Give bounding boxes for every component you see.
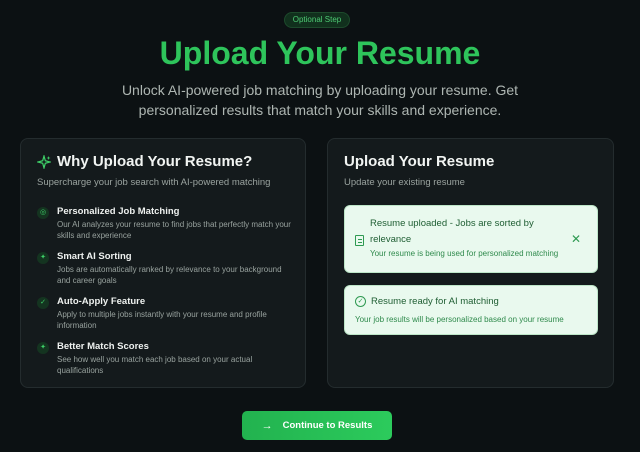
why-upload-title: Why Upload Your Resume?	[57, 153, 253, 170]
notice-desc: Your job results will be personalized ba…	[355, 315, 564, 324]
page-subtitle: Unlock AI-powered job matching by upload…	[121, 82, 519, 118]
feature-title: Smart AI Sorting	[57, 251, 132, 262]
upload-card-subtitle: Update your existing resume	[344, 177, 465, 188]
why-upload-heading: Why Upload Your Resume?	[37, 153, 252, 170]
check-circle-icon: ✓	[355, 296, 366, 307]
feature-desc: Apply to multiple jobs instantly with yo…	[57, 310, 267, 330]
sparkle-icon: ✦	[37, 252, 49, 264]
sparkle-icon	[37, 154, 51, 169]
notice-title: Resume uploaded - Jobs are sorted by rel…	[370, 218, 534, 245]
feature-desc: Jobs are automatically ranked by relevan…	[57, 265, 282, 285]
check-icon: ✓	[37, 297, 49, 309]
feature-desc: Our AI analyzes your resume to find jobs…	[57, 220, 291, 240]
sparkle-icon: ✦	[37, 342, 49, 354]
close-icon[interactable]: ✕	[571, 233, 581, 245]
page-title: Upload Your Resume	[159, 35, 481, 71]
upload-card-title: Upload Your Resume	[344, 153, 495, 170]
target-icon: ◎	[37, 207, 49, 219]
notice-desc: Your resume is being used for personaliz…	[370, 249, 559, 258]
feature-title: Better Match Scores	[57, 341, 149, 352]
resume-uploaded-notice: Resume uploaded - Jobs are sorted by rel…	[344, 205, 598, 273]
feature-title: Auto-Apply Feature	[57, 296, 146, 307]
feature-desc: See how well you match each job based on…	[57, 355, 253, 375]
why-upload-card: Why Upload Your Resume? Supercharge your…	[20, 138, 306, 388]
continue-to-results-button[interactable]: → Continue to Results	[242, 411, 392, 440]
feature-title: Personalized Job Matching	[57, 206, 180, 217]
upload-resume-card: Upload Your Resume Update your existing …	[327, 138, 614, 388]
notice-title: Resume ready for AI matching	[371, 296, 499, 307]
why-upload-subtitle: Supercharge your job search with AI-powe…	[37, 177, 271, 188]
optional-step-badge: Optional Step	[284, 12, 350, 28]
resume-ready-notice: ✓ Resume ready for AI matching Your job …	[344, 285, 598, 335]
continue-button-label: Continue to Results	[282, 420, 373, 431]
arrow-right-icon: →	[261, 419, 273, 432]
document-icon	[355, 235, 364, 246]
